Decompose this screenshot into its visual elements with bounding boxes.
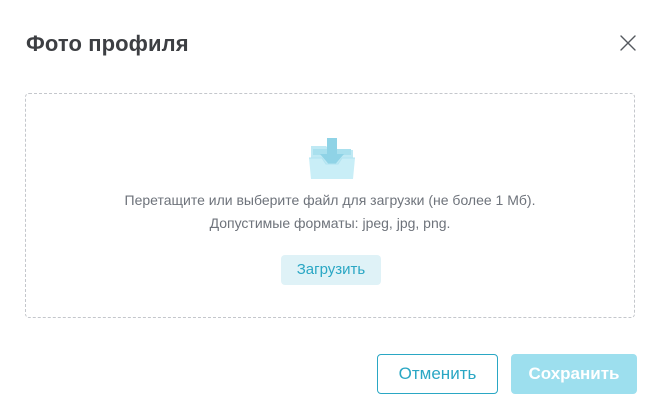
close-button[interactable] — [616, 31, 640, 55]
profile-photo-dialog: Фото профиля Перетащите или выберите фай… — [0, 0, 664, 417]
folder-download-icon — [309, 138, 355, 179]
close-icon — [620, 35, 636, 51]
cancel-button[interactable]: Отменить — [377, 354, 498, 394]
allowed-formats-text: Допустимые форматы: jpeg, jpg, png. — [209, 215, 451, 231]
upload-button[interactable]: Загрузить — [281, 255, 381, 285]
dialog-title: Фото профиля — [26, 31, 189, 56]
upload-hint-text: Перетащите или выберите файл для загрузк… — [124, 192, 536, 208]
file-dropzone[interactable]: Перетащите или выберите файл для загрузк… — [25, 93, 635, 318]
save-button[interactable]: Сохранить — [511, 354, 637, 394]
